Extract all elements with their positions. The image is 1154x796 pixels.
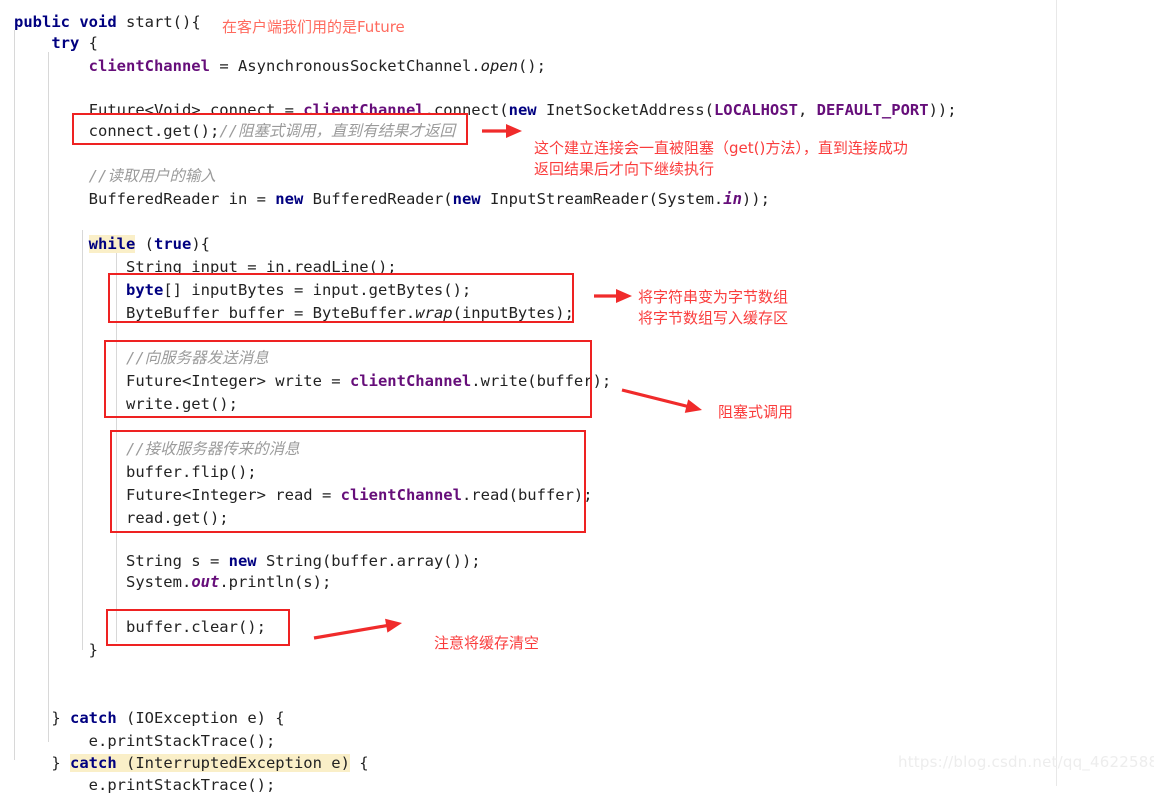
code-line[interactable]: //读取用户的输入 [14, 166, 216, 187]
code-line[interactable]: public void start(){ [14, 12, 201, 33]
code-token: while [88, 235, 136, 253]
code-token: = AsynchronousSocketChannel. [209, 57, 481, 75]
annotation-line: 这个建立连接会一直被阻塞（get()方法），直到连接成功 [534, 139, 908, 157]
read-block-highlight-box [110, 430, 586, 533]
code-token: open [480, 57, 518, 75]
code-token: String(buffer.array()); [256, 552, 481, 570]
annotation-connect-blocking: 这个建立连接会一直被阻塞（get()方法），直到连接成功 返回结果后才向下继续执行 [534, 138, 908, 180]
code-token: BufferedReader( [303, 190, 453, 208]
code-line[interactable]: try { [14, 33, 98, 54]
code-token: DEFAULT_PORT [816, 101, 929, 119]
code-token: InetSocketAddress( [536, 101, 714, 119]
code-token: e.printStackTrace(); [14, 776, 276, 794]
arrow-to-blocking-call-annotation [621, 388, 702, 413]
code-token: e.printStackTrace(); [14, 732, 276, 750]
buffer-clear-highlight-box [106, 609, 290, 646]
code-token: )); [741, 190, 770, 208]
code-token: try [51, 34, 80, 52]
annotation-line: 返回结果后才向下继续执行 [534, 160, 715, 178]
code-token: ( [135, 235, 154, 253]
arrow-to-clear-annotation [313, 618, 402, 640]
annotation-line: 将字符串变为字节数组 [638, 288, 789, 306]
connect-get-highlight-box [72, 113, 468, 145]
arrow-shape [313, 618, 402, 640]
code-token: } [14, 709, 70, 727]
annotation-clear-buffer: 注意将缓存清空 [434, 633, 539, 654]
code-token: true [154, 235, 192, 253]
code-token: (); [517, 57, 546, 75]
code-token: (IOException e) { [116, 709, 285, 727]
code-line[interactable]: } [14, 640, 98, 661]
write-block-highlight-box [104, 340, 592, 418]
arrow-shape [482, 124, 522, 138]
arrow-shape [594, 289, 632, 303]
annotation-line: 注意将缓存清空 [434, 634, 540, 652]
right-margin-guide [1056, 0, 1057, 786]
code-token: public [14, 13, 70, 31]
code-token: System. [14, 573, 192, 591]
watermark: https://blog.csdn.net/qq_46225886 [898, 753, 1154, 771]
code-line[interactable]: String s = new String(buffer.array()); [14, 551, 481, 572]
code-line[interactable]: e.printStackTrace(); [14, 731, 276, 752]
code-token: BufferedReader in = [14, 190, 276, 208]
code-token: LOCALHOST [713, 101, 798, 119]
code-token: { [349, 754, 369, 772]
code-line[interactable]: } catch (IOException e) { [14, 708, 285, 729]
code-token: //读取用户的输入 [88, 167, 216, 185]
annotation-line: 在客户端我们用的是Future [222, 18, 405, 36]
input-bytes-highlight-box [108, 273, 574, 323]
code-token: .println(s); [219, 573, 332, 591]
code-line[interactable]: BufferedReader in = new BufferedReader(n… [14, 189, 770, 210]
code-token: new [275, 190, 304, 208]
annotation-line: 将字节数组写入缓存区 [638, 309, 789, 327]
code-token: String s = [14, 552, 229, 570]
code-token: new [452, 190, 481, 208]
code-token: )); [928, 101, 957, 119]
code-token: catch [70, 754, 117, 772]
code-editor-surface[interactable]: public void start(){ try { clientChannel… [0, 0, 1154, 794]
annotation-future: 在客户端我们用的是Future [222, 17, 405, 38]
code-token: new [228, 552, 257, 570]
annotation-line: 阻塞式调用 [718, 403, 794, 421]
annotation-string-to-bytes: 将字符串变为字节数组 将字节数组写入缓存区 [638, 287, 788, 329]
code-token: ){ [191, 235, 210, 253]
code-token: void [79, 13, 117, 31]
code-token: , [797, 101, 817, 119]
code-token: InputStreamReader(System. [480, 190, 724, 208]
code-token: catch [70, 709, 117, 727]
code-line[interactable]: while (true){ [14, 234, 210, 255]
code-token: } [14, 754, 70, 772]
code-token: start(){ [116, 13, 201, 31]
code-line[interactable]: } catch (InterruptedException e) { [14, 753, 369, 774]
code-line[interactable]: System.out.println(s); [14, 572, 331, 593]
code-line[interactable]: clientChannel = AsynchronousSocketChanne… [14, 56, 546, 77]
code-token: { [79, 34, 98, 52]
code-token: new [508, 101, 537, 119]
code-token: in [723, 190, 742, 208]
code-token: (InterruptedException e) [116, 754, 350, 772]
code-token: } [14, 641, 98, 659]
code-token: clientChannel [88, 57, 210, 75]
code-token: out [191, 573, 220, 591]
arrow-to-connect-annotation [482, 124, 522, 138]
arrow-shape [621, 388, 702, 413]
arrow-to-bytes-annotation [594, 289, 632, 303]
annotation-blocking-call: 阻塞式调用 [718, 402, 793, 423]
